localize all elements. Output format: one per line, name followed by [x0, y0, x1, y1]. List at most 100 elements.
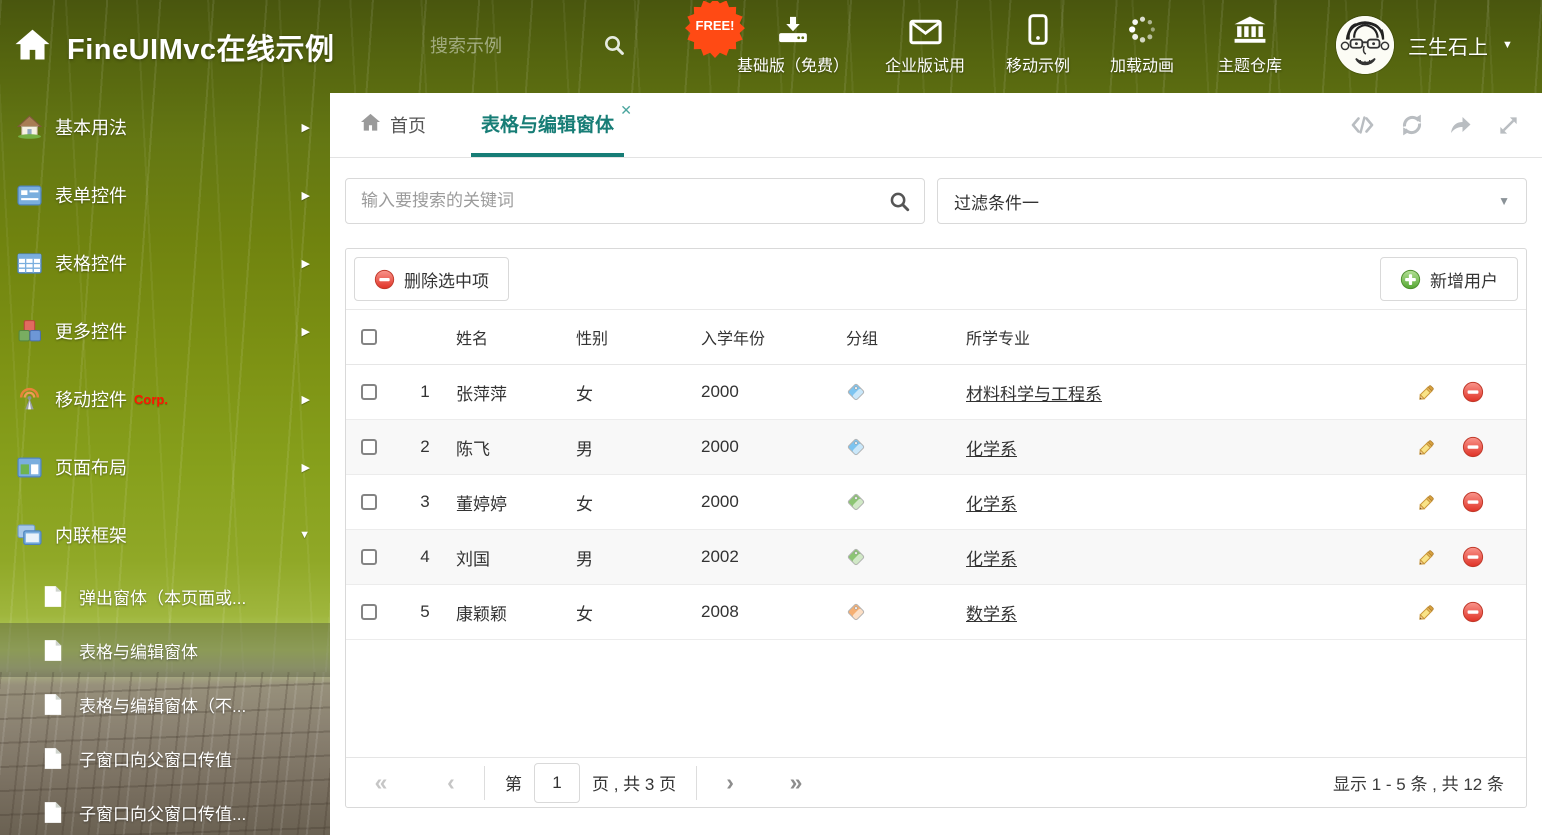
grid-icon	[16, 252, 42, 274]
sidebar-item-mobile-controls[interactable]: 移动控件 Corp. ▶	[0, 365, 330, 433]
row-checkbox[interactable]	[361, 384, 377, 400]
nav-label: 移动示例	[1005, 58, 1070, 75]
nav-theme-store[interactable]: 主题仓库	[1194, 11, 1306, 78]
delete-icon[interactable]	[1462, 491, 1484, 513]
sidebar-item-basic-usage[interactable]: 基本用法 ▶	[0, 93, 330, 161]
edit-icon[interactable]	[1416, 436, 1438, 458]
tag-icon	[847, 548, 865, 566]
sidebar-subitem-grid-edit-window-2[interactable]: 表格与编辑窗体（不...	[0, 677, 330, 731]
sidebar-label: 基本用法	[55, 118, 127, 138]
app-header: FineUIMvc在线示例 FREE! 基础版（免费） 企业版试用	[0, 0, 1542, 93]
delete-icon[interactable]	[1462, 436, 1484, 458]
home-icon	[360, 113, 381, 137]
sidebar-item-form-controls[interactable]: 表单控件 ▶	[0, 161, 330, 229]
nav-label: 企业版试用	[884, 58, 965, 75]
major-link[interactable]: 数学系	[966, 605, 1017, 624]
major-link[interactable]: 化学系	[966, 495, 1017, 514]
grid-panel: 删除选中项 新增用户 姓名 性别 入学年份 分组 所学专业 1 张萍萍 女 20…	[345, 248, 1527, 808]
app-title: FineUIMvc在线示例	[67, 34, 335, 66]
table-header: 姓名 性别 入学年份 分组 所学专业	[346, 310, 1526, 365]
nav-loading-animations[interactable]: 加载动画	[1090, 11, 1194, 78]
sidebar-subitem-child-to-parent-2[interactable]: 子窗口向父窗口传值...	[0, 785, 330, 839]
edit-icon[interactable]	[1416, 546, 1438, 568]
tab-home[interactable]: 首页	[360, 93, 426, 157]
sidebar-label: 页面布局	[55, 458, 127, 478]
sidebar-item-grid-controls[interactable]: 表格控件 ▶	[0, 229, 330, 297]
sidebar-sublabel: 子窗口向父窗口传值...	[79, 804, 247, 824]
layout-icon	[16, 457, 42, 478]
nav-label: 主题仓库	[1217, 58, 1282, 75]
edit-icon[interactable]	[1416, 491, 1438, 513]
nav-basic-edition[interactable]: 基础版（免费）	[722, 11, 864, 78]
cell-gender: 男	[576, 549, 593, 569]
home-link[interactable]: FineUIMvc在线示例	[14, 26, 335, 68]
expand-icon[interactable]	[1497, 114, 1520, 137]
tab-grid-edit-window[interactable]: 表格与编辑窗体 ✕	[471, 93, 632, 157]
row-checkbox[interactable]	[361, 439, 377, 455]
table-row: 5 康颖颖 女 2008 数学系	[346, 585, 1526, 640]
row-checkbox[interactable]	[361, 494, 377, 510]
file-icon	[42, 801, 64, 824]
page-number-input[interactable]	[534, 762, 580, 803]
last-page-button[interactable]: »	[783, 771, 809, 794]
close-icon[interactable]: ✕	[620, 102, 632, 119]
nav-label: 基础版（免费）	[736, 58, 849, 75]
delete-icon[interactable]	[1462, 601, 1484, 623]
sidebar-subitem-child-to-parent[interactable]: 子窗口向父窗口传值	[0, 731, 330, 785]
refresh-icon[interactable]	[1400, 113, 1424, 137]
sidebar-label: 更多控件	[55, 322, 127, 342]
delete-selected-button[interactable]: 删除选中项	[354, 257, 509, 301]
user-menu[interactable]: 三生石上 ▼	[1336, 16, 1513, 74]
arrow-right-icon: ▶	[301, 325, 310, 338]
edit-icon[interactable]	[1416, 601, 1438, 623]
cell-major: 化学系	[966, 545, 1404, 570]
search-icon[interactable]	[602, 33, 626, 62]
nav-enterprise-trial[interactable]: 企业版试用	[864, 11, 986, 78]
tab-bar: 首页 表格与编辑窗体 ✕	[330, 93, 1542, 158]
sidebar-item-more-controls[interactable]: 更多控件 ▶	[0, 297, 330, 365]
search-icon[interactable]	[888, 190, 911, 218]
delete-icon[interactable]	[1462, 546, 1484, 568]
cell-gender: 女	[576, 604, 593, 624]
sidebar-subitem-grid-edit-window[interactable]: 表格与编辑窗体	[0, 623, 330, 677]
cubes-icon	[16, 319, 42, 343]
next-page-button[interactable]: ›	[717, 771, 743, 794]
select-all-checkbox[interactable]	[361, 329, 377, 345]
caret-down-icon: ▼	[299, 529, 310, 541]
first-page-button[interactable]: «	[368, 771, 394, 794]
sidebar-label: 表格控件	[55, 254, 127, 274]
add-button-label: 新增用户	[1430, 271, 1498, 291]
nav-mobile-demo[interactable]: 移动示例	[986, 11, 1090, 78]
major-link[interactable]: 化学系	[966, 440, 1017, 459]
source-code-icon[interactable]	[1351, 114, 1376, 136]
column-header-name: 姓名	[456, 331, 489, 348]
sidebar-subitem-popup-window[interactable]: 弹出窗体（本页面或...	[0, 569, 330, 623]
delete-icon[interactable]	[1462, 381, 1484, 403]
grid-empty-space	[346, 640, 1526, 757]
cell-group	[846, 547, 966, 567]
form-icon	[16, 185, 42, 206]
filter-dropdown[interactable]: 过滤条件一 ▼	[937, 178, 1527, 224]
row-checkbox[interactable]	[361, 604, 377, 620]
sidebar-item-inline-frames[interactable]: 内联框架 ▼	[0, 501, 330, 569]
prev-page-button[interactable]: ‹	[438, 771, 464, 794]
keyword-search	[345, 178, 925, 224]
major-link[interactable]: 材料科学与工程系	[966, 385, 1102, 404]
sidebar-label: 表单控件	[55, 186, 127, 206]
column-header-group: 分组	[846, 331, 879, 348]
add-user-button[interactable]: 新增用户	[1380, 257, 1518, 301]
delete-button-label: 删除选中项	[404, 271, 489, 291]
edit-icon[interactable]	[1416, 381, 1438, 403]
cell-gender: 女	[576, 494, 593, 514]
record-summary: 显示 1 - 5 条 , 共 12 条	[1333, 775, 1504, 794]
share-icon[interactable]	[1448, 114, 1473, 136]
keyword-search-input[interactable]	[345, 178, 925, 224]
row-checkbox[interactable]	[361, 549, 377, 565]
page-prefix: 第	[505, 775, 522, 794]
header-search-input[interactable]	[430, 28, 590, 64]
cell-gender: 女	[576, 384, 593, 404]
sidebar-item-page-layout[interactable]: 页面布局 ▶	[0, 433, 330, 501]
envelope-icon	[908, 11, 942, 45]
major-link[interactable]: 化学系	[966, 550, 1017, 569]
antenna-icon	[16, 387, 42, 411]
